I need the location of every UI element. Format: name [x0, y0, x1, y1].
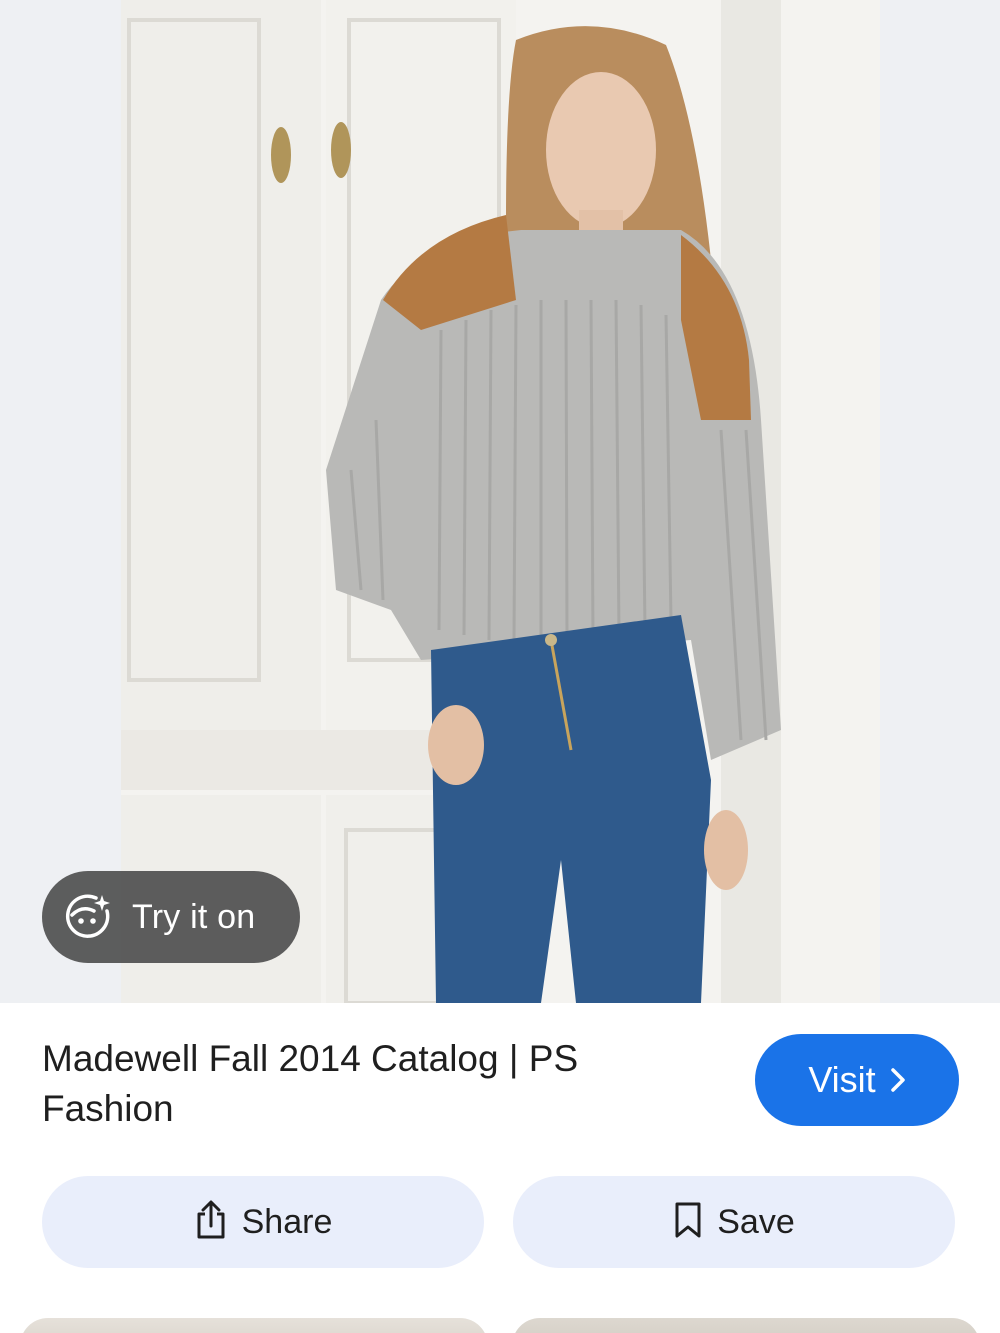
share-label: Share	[241, 1202, 333, 1241]
chevron-right-icon	[890, 1067, 906, 1093]
screen: Try it on Madewell Fall 2014 Catalog | P…	[0, 0, 1000, 1333]
share-icon	[194, 1200, 228, 1245]
bookmark-icon	[673, 1201, 703, 1244]
related-pin-thumbnail[interactable]	[512, 1318, 980, 1333]
save-button[interactable]: Save	[513, 1176, 955, 1268]
try-it-on-button[interactable]: Try it on	[42, 871, 300, 963]
try-it-on-label: Try it on	[132, 897, 256, 936]
face-sparkle-icon	[60, 889, 116, 945]
related-pin-thumbnail[interactable]	[20, 1318, 488, 1333]
share-button[interactable]: Share	[42, 1176, 484, 1268]
pin-title: Madewell Fall 2014 Catalog | PS Fashion	[42, 1038, 579, 1129]
image-viewer: Try it on	[0, 0, 1000, 1003]
product-photo[interactable]	[121, 0, 880, 1003]
photo-illustration	[121, 0, 880, 1003]
save-label: Save	[717, 1202, 795, 1241]
visit-button[interactable]: Visit	[755, 1034, 959, 1126]
visit-label: Visit	[808, 1059, 876, 1100]
